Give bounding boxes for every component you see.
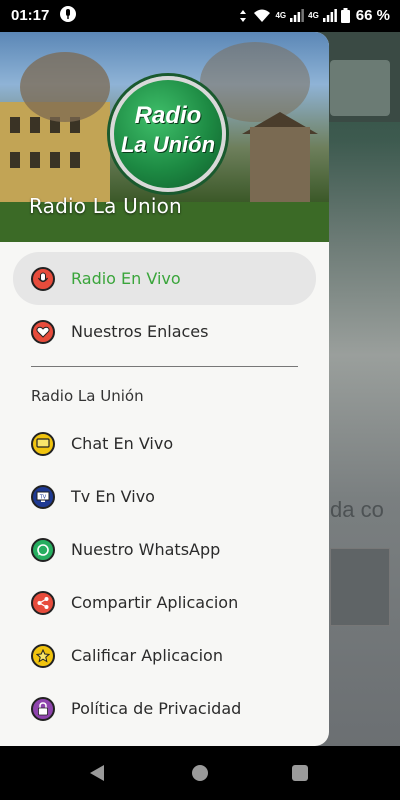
signal-icon	[290, 9, 305, 22]
network-type-1: 4G	[275, 11, 287, 20]
status-bar: 01:17 4G 4G 66 %	[0, 0, 400, 32]
battery-icon	[340, 8, 350, 23]
header-photo-kiosk	[250, 127, 310, 207]
svg-text:TV: TV	[39, 494, 47, 500]
menu-item-calificar[interactable]: Calificar Aplicacion	[0, 629, 329, 682]
menu-item-nuestros-enlaces[interactable]: Nuestros Enlaces	[0, 305, 329, 358]
wifi-icon	[254, 9, 271, 22]
back-icon[interactable]	[90, 765, 104, 781]
drawer-header: Radio La Unión Radio La Union	[0, 32, 329, 242]
recent-apps-icon[interactable]	[292, 765, 308, 781]
system-navigation-bar	[0, 746, 400, 800]
menu-item-label: Radio En Vivo	[71, 269, 181, 288]
navigation-drawer: Radio La Unión Radio La Union Radio En V…	[0, 32, 329, 746]
menu-item-whatsapp[interactable]: Nuestro WhatsApp	[0, 523, 329, 576]
logo-text-line2: La Unión	[120, 132, 216, 157]
star-icon	[31, 643, 55, 668]
menu-item-label: Nuestro WhatsApp	[71, 540, 221, 559]
drawer-menu: Radio En Vivo Nuestros Enlaces Radio La …	[0, 242, 329, 735]
tv-icon: TV	[31, 484, 55, 509]
heart-icon	[31, 319, 55, 344]
drawer-title: Radio La Union	[29, 194, 182, 218]
menu-item-chat-en-vivo[interactable]: Chat En Vivo	[0, 417, 329, 470]
network-type-2: 4G	[308, 11, 319, 20]
menu-item-label: Compartir Aplicacion	[71, 593, 239, 612]
whatsapp-icon	[31, 537, 55, 562]
radio-mic-icon	[31, 266, 55, 291]
status-time: 01:17	[11, 7, 50, 24]
menu-item-privacidad[interactable]: Política de Privacidad	[0, 682, 329, 735]
chat-icon	[31, 431, 55, 456]
logo-text-line1: Radio	[134, 102, 202, 129]
menu-divider	[31, 366, 298, 367]
menu-item-label: Política de Privacidad	[71, 699, 242, 718]
menu-item-label: Tv En Vivo	[71, 487, 155, 506]
battery-percent: 66 %	[355, 7, 390, 24]
background-app-text: da co	[330, 497, 384, 522]
menu-item-label: Nuestros Enlaces	[71, 322, 209, 341]
vibrate-icon	[240, 9, 247, 22]
menu-item-compartir[interactable]: Compartir Aplicacion	[0, 576, 329, 629]
menu-item-label: Chat En Vivo	[71, 434, 174, 453]
menu-section-header: Radio La Unión	[31, 387, 144, 405]
microphone-icon	[60, 6, 76, 22]
background-app-banner	[330, 60, 390, 116]
signal-icon-2	[322, 9, 337, 22]
menu-item-label: Calificar Aplicacion	[71, 646, 223, 665]
radio-logo: Radio La Unión	[110, 76, 226, 192]
share-icon	[31, 590, 55, 615]
home-icon[interactable]	[192, 765, 208, 781]
lock-icon	[31, 696, 55, 721]
menu-item-radio-en-vivo[interactable]: Radio En Vivo	[13, 252, 316, 305]
background-app-card	[330, 548, 390, 626]
menu-item-tv-en-vivo[interactable]: TV Tv En Vivo	[0, 470, 329, 523]
